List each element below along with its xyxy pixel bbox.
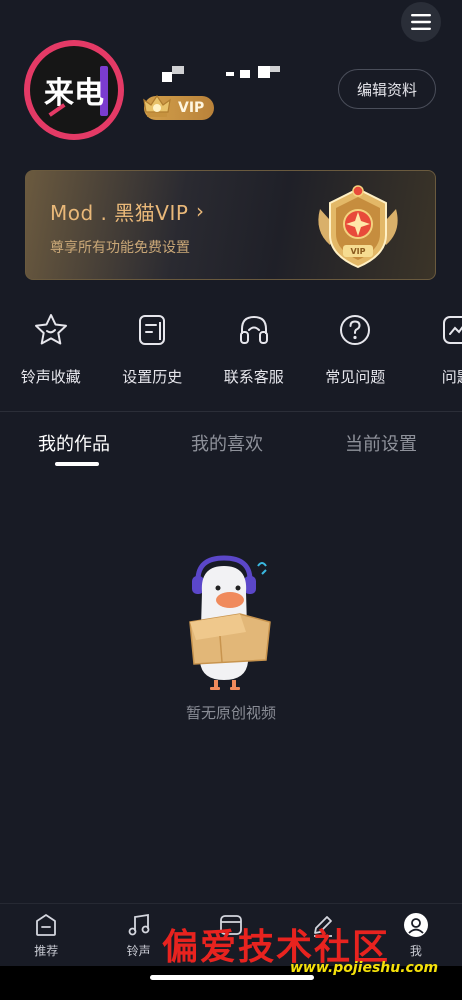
section-divider — [0, 411, 462, 412]
question-icon — [340, 315, 371, 345]
quick-action-label: 常见问题 — [325, 368, 386, 386]
nav-item-recommend[interactable]: 推荐 — [0, 904, 92, 966]
nav-label: 推荐 — [34, 944, 59, 958]
quick-action-favorites[interactable]: 铃声收藏 — [0, 308, 102, 398]
quick-action-support[interactable]: 联系客服 — [203, 308, 305, 398]
vip-badge: VIP — [143, 94, 214, 120]
vip-card-title: Mod . 黑猫VIP — [50, 201, 189, 225]
quick-action-faq[interactable]: 常见问题 — [305, 308, 407, 398]
vip-badge-label: VIP — [178, 100, 205, 116]
quick-action-label: 铃声收藏 — [20, 368, 81, 386]
quick-action-label: 联系客服 — [223, 368, 284, 386]
edit-profile-button[interactable]: 编辑资料 — [338, 69, 436, 109]
home-icon — [36, 914, 57, 936]
quick-action-history[interactable]: 设置历史 — [102, 308, 204, 398]
avatar-logo-text: 来电 — [44, 76, 104, 111]
quick-action-label: 问题 — [441, 368, 462, 386]
star-icon — [34, 314, 67, 345]
quick-actions-row: 铃声收藏 设置历史 联系客服 常见问题 问题 — [0, 308, 462, 398]
vip-medal-text: VIP — [350, 247, 365, 256]
nav-label: 铃声 — [126, 944, 151, 958]
menu-button[interactable] — [401, 2, 441, 42]
vip-card[interactable]: Mod . 黑猫VIP › 尊享所有功能免费设置 VIP — [25, 170, 436, 280]
history-icon — [139, 315, 166, 345]
crown-badge-icon — [143, 94, 171, 117]
tab-current-settings[interactable]: 当前设置 — [345, 430, 417, 456]
avatar-logo: 来电 — [30, 46, 118, 134]
avatar[interactable]: 来电 — [24, 40, 124, 140]
feedback-icon — [442, 316, 462, 344]
hamburger-menu-icon — [411, 14, 431, 30]
tab-my-likes[interactable]: 我的喜欢 — [191, 430, 263, 456]
tab-my-works[interactable]: 我的作品 — [38, 430, 110, 456]
quick-action-label: 设置历史 — [122, 368, 183, 386]
nav-label: 我 — [409, 944, 422, 958]
quick-action-feedback[interactable]: 问题 — [406, 308, 462, 398]
active-tab-indicator — [55, 462, 99, 466]
profile-icon — [403, 913, 428, 937]
watermark-url: www.pojieshu.com — [290, 960, 439, 976]
chevron-right-icon: › — [196, 199, 204, 223]
vip-medal-icon: VIP — [318, 185, 398, 269]
empty-state-duck-illustration — [189, 555, 271, 690]
vip-card-subtitle: 尊享所有功能免费设置 — [50, 240, 190, 256]
music-icon — [128, 913, 150, 936]
headset-icon — [239, 315, 268, 344]
empty-state-text: 暂无原创视频 — [185, 704, 276, 722]
